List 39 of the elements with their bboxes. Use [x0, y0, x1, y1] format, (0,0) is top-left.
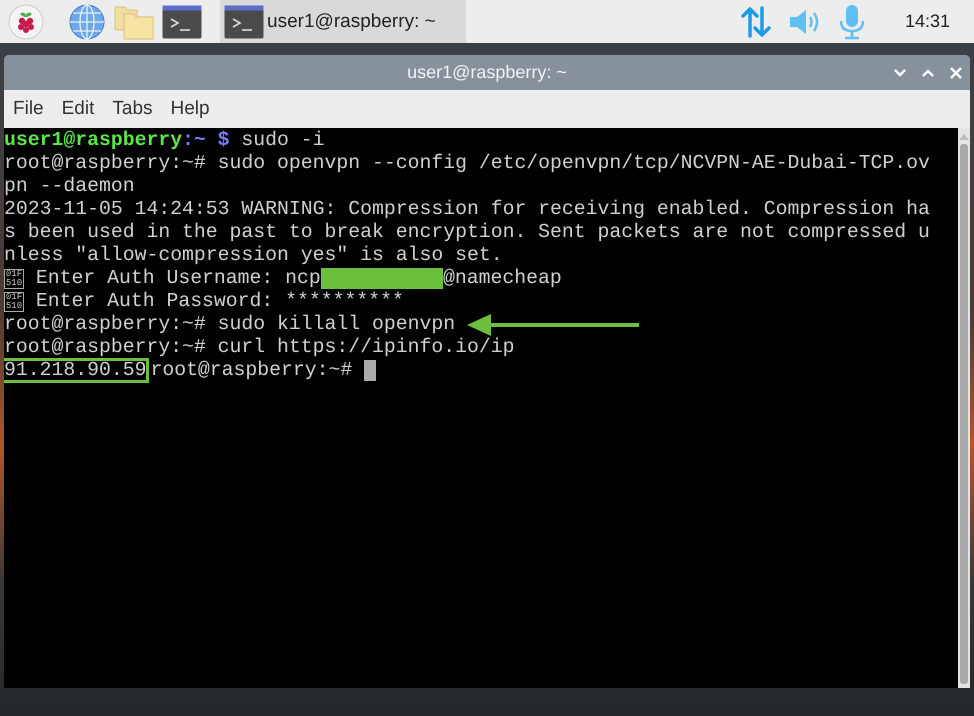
clock: 14:31: [904, 11, 950, 32]
terminal-icon: [224, 4, 264, 38]
missing-glyph-box: 01F 510: [4, 292, 24, 312]
terminal-text: pn --daemon: [4, 175, 135, 198]
minimize-icon[interactable]: [894, 69, 906, 77]
microphone-icon[interactable]: [838, 4, 865, 40]
task-button[interactable]: user1@raspberry: ~: [220, 0, 466, 43]
highlighted-ip-address: 91.218.90.59: [4, 358, 150, 383]
terminal-text: 2023-11-05 14:24:53 WARNING: Compression for receiving enabled. Compression ha: [4, 198, 930, 221]
terminal-text: nless "allow-compression yes" is also set.: [4, 244, 503, 267]
network-arrows-icon[interactable]: [740, 6, 771, 38]
prompt-path: :~ $: [182, 129, 230, 152]
terminal-text: root@raspberry:~# sudo openvpn --config /etc/openvpn/tcp/NCVPN-AE-Dubai-TCP.ov: [4, 152, 930, 175]
terminal-icon[interactable]: [162, 4, 202, 38]
terminal-text: root@raspberry:~#: [150, 359, 354, 382]
menu-item[interactable]: Edit: [62, 98, 94, 120]
menu-item[interactable]: Tabs: [112, 98, 153, 120]
scrollbar[interactable]: [958, 128, 970, 688]
menu-item[interactable]: File: [13, 98, 44, 120]
scroll-up-icon[interactable]: [959, 134, 969, 140]
close-icon[interactable]: [950, 67, 962, 79]
window-title: user1@raspberry: ~: [407, 62, 567, 83]
globe-icon[interactable]: [68, 2, 106, 40]
terminal-text: Enter Auth Password: **********: [34, 290, 404, 313]
terminal-text: Enter Auth Username: ncp: [34, 267, 321, 290]
missing-glyph-box: 01F 510: [4, 268, 24, 288]
speaker-icon[interactable]: [788, 8, 821, 36]
prompt-user: user1@raspberry: [4, 129, 182, 152]
scrollbar-thumb[interactable]: [960, 144, 968, 684]
terminal-text: s been used in the past to break encryption. Sent packets are not compressed u: [4, 221, 930, 244]
menu-item[interactable]: Help: [170, 98, 210, 120]
terminal-text: sudo -i: [240, 129, 325, 152]
text-cursor: [364, 360, 376, 381]
terminal-text: root@raspberry:~# sudo killall openvpn: [4, 313, 456, 336]
raspberry-icon[interactable]: [8, 4, 44, 40]
maximize-icon[interactable]: [922, 69, 934, 77]
folder-icon[interactable]: [114, 4, 154, 40]
terminal-text: @namecheap: [443, 267, 562, 290]
terminal-text: root@raspberry:~# curl https://ipinfo.io/ip: [4, 336, 514, 359]
